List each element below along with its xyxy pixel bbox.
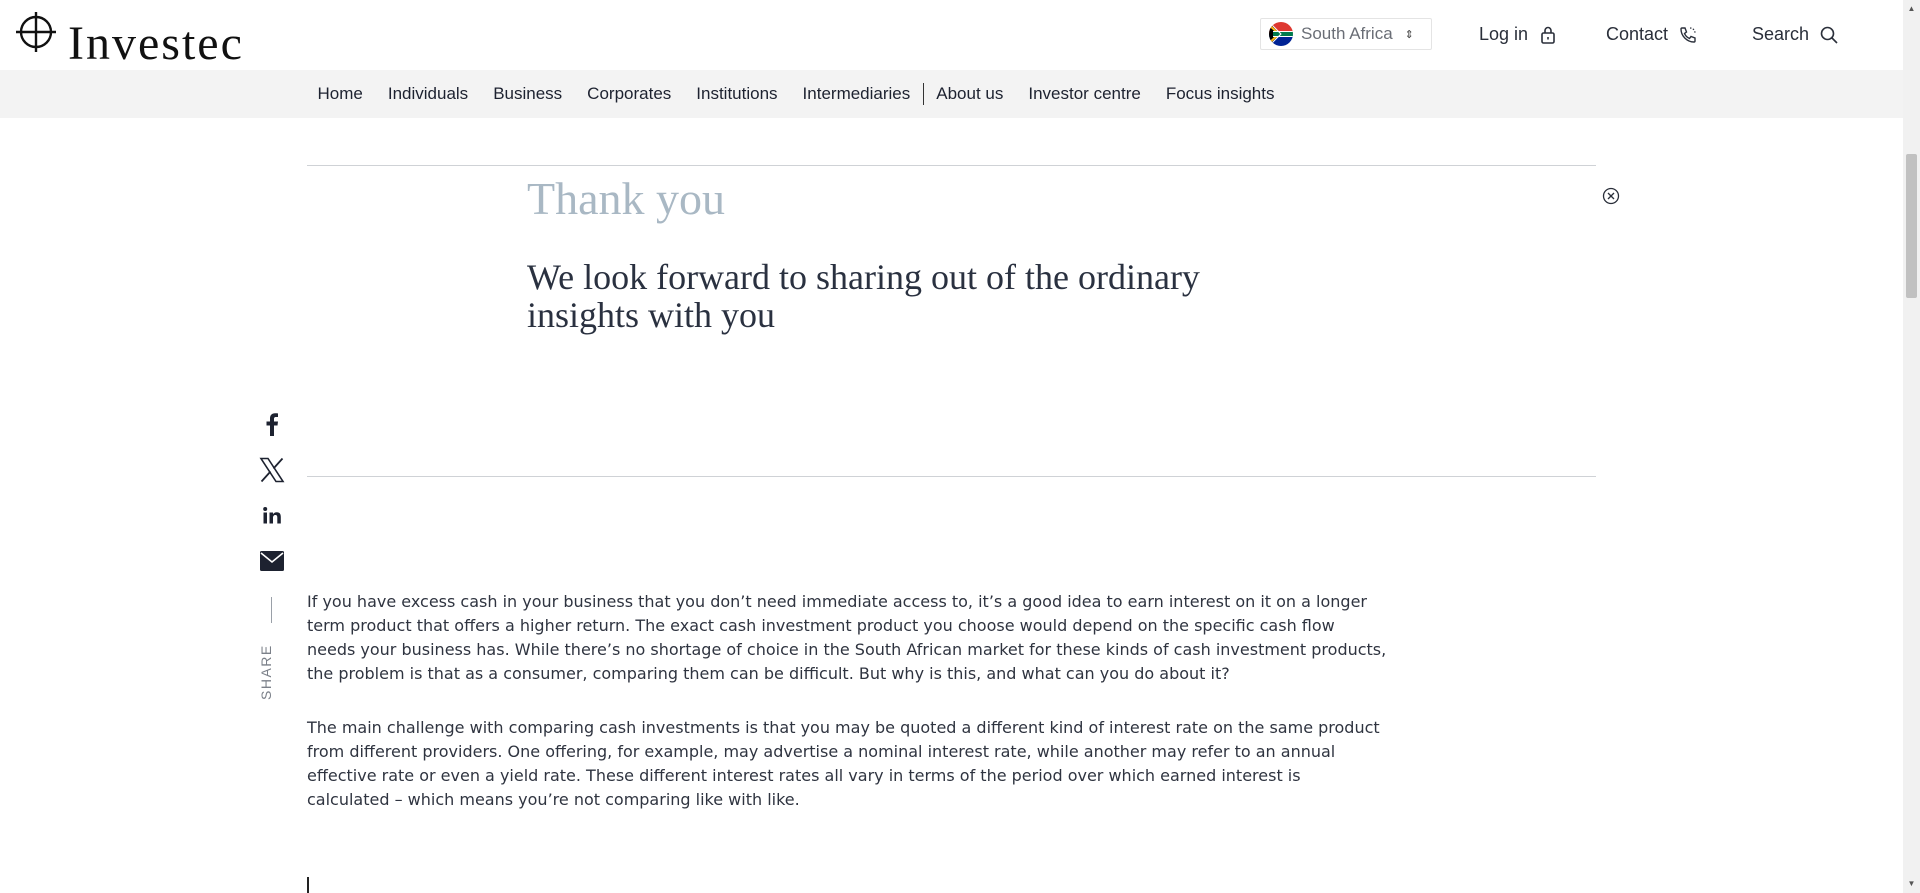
email-share-button[interactable] [258,547,286,575]
search-label: Search [1752,24,1810,44]
article-paragraph-2: The main challenge with comparing cash i… [307,718,1380,809]
brand-name: Investec [68,17,244,70]
thank-you-subtitle: We look forward to sharing out of the or… [527,257,1200,335]
search-link[interactable]: Search [1752,24,1839,45]
country-selector[interactable]: South Africa ⇕ [1260,18,1432,50]
facebook-icon [266,413,278,436]
scroll-up-arrow-icon[interactable]: ▲ [1903,2,1920,16]
nav-item-focus-insights[interactable]: Focus insights [1153,70,1287,118]
page-scrollbar[interactable]: ▲ ▼ [1903,0,1920,893]
x-icon [259,457,285,483]
nav-item-business[interactable]: Business [481,70,575,118]
thank-you-title: Thank you [527,173,726,224]
close-icon[interactable] [1602,187,1620,205]
search-icon [1820,26,1838,44]
share-label: SHARE [258,644,274,700]
phone-icon [1680,26,1696,43]
chevron-updown-icon: ⇕ [1404,28,1414,41]
login-label: Log in [1479,24,1529,44]
facebook-share-button[interactable] [258,410,286,438]
x-share-button[interactable] [258,456,286,484]
linkedin-icon [263,507,281,524]
nav-item-investor-centre[interactable]: Investor centre [1016,70,1153,118]
article-paragraph-1: If you have excess cash in your business… [307,592,1387,683]
share-divider [271,597,272,623]
main-nav: Home Individuals Business Corporates Ins… [0,70,1903,118]
scroll-down-arrow-icon[interactable]: ▼ [1903,877,1920,891]
south-africa-flag-icon [1269,22,1293,46]
nav-item-individuals[interactable]: Individuals [375,70,480,118]
pull-quote-bar [307,877,309,893]
login-link[interactable]: Log in [1479,24,1558,45]
scroll-thumb[interactable] [1906,154,1917,298]
nav-item-institutions[interactable]: Institutions [684,70,790,118]
contact-link[interactable]: Contact [1606,24,1698,45]
nav-item-intermediaries[interactable]: Intermediaries [790,70,923,118]
country-label: South Africa [1301,24,1393,43]
nav-item-home[interactable]: Home [305,70,375,118]
contact-label: Contact [1606,24,1669,44]
nav-item-about-us[interactable]: About us [924,70,1016,118]
zebra-logo-icon [16,12,56,52]
panel-bottom-divider [307,476,1596,477]
panel-top-divider [307,165,1596,166]
nav-item-corporates[interactable]: Corporates [575,70,684,118]
lock-icon [1541,26,1555,44]
linkedin-share-button[interactable] [258,502,286,530]
top-header: Investec South Africa ⇕ Log in Contact S… [0,0,1903,70]
email-icon [260,551,284,571]
